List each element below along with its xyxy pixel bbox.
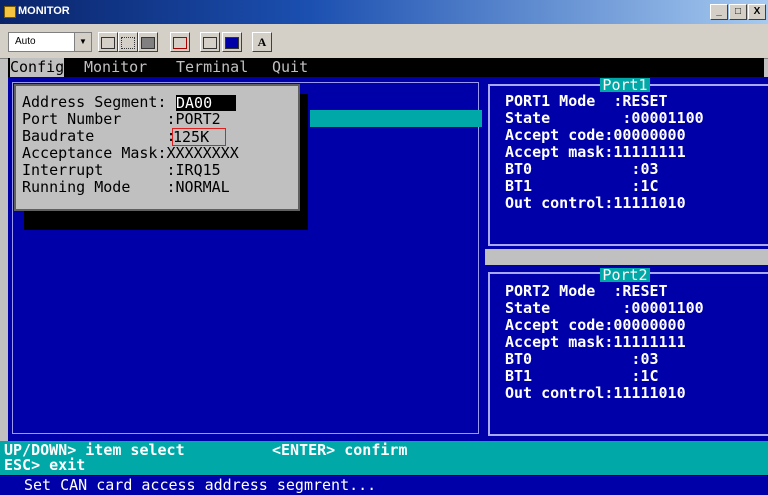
port1-info: PORT1 Mode :RESET State :00001100 Accept… — [505, 92, 704, 212]
key-help-esc: ESC> exit — [4, 456, 86, 474]
menu-terminal[interactable]: Terminal — [176, 58, 248, 77]
address-segment-field[interactable]: DA00 — [176, 95, 236, 111]
toolbar: Auto ▼ A — [0, 24, 768, 59]
minimize-button[interactable]: _ — [710, 4, 728, 20]
menu-bar: Config Monitor Terminal Quit — [8, 58, 764, 77]
key-help-left: UP/DOWN> item select ESC> exit — [4, 443, 185, 473]
menu-monitor[interactable]: Monitor — [84, 58, 147, 77]
highlight-bar — [310, 110, 482, 127]
status-line: Set CAN card access address segmrent... — [0, 475, 768, 495]
properties-icon[interactable] — [200, 32, 220, 52]
select-icon[interactable] — [118, 32, 138, 52]
status-help-text: Set CAN card access address segmrent... — [24, 476, 377, 494]
key-help-confirm: <ENTER> confirm — [272, 441, 408, 459]
title-bar: MONITOR _ □ X — [0, 0, 768, 24]
window-title: MONITOR — [18, 5, 70, 17]
key-help-bar: UP/DOWN> item select ESC> exit <ENTER> c… — [0, 441, 768, 475]
fullscreen-icon[interactable] — [170, 32, 190, 52]
paste-icon[interactable] — [138, 32, 158, 52]
port2-info: PORT2 Mode :RESET State :00001100 Accept… — [505, 282, 704, 402]
app-icon — [4, 6, 16, 18]
background-icon[interactable] — [222, 32, 242, 52]
font-size-value: Auto — [15, 36, 36, 47]
panel-divider — [485, 249, 768, 265]
close-button[interactable]: X — [748, 4, 766, 20]
chevron-down-icon[interactable]: ▼ — [74, 33, 91, 51]
font-button[interactable]: A — [252, 32, 272, 52]
maximize-button[interactable]: □ — [729, 4, 747, 20]
port2-title: Port2 — [600, 268, 650, 283]
port1-title: Port1 — [600, 78, 650, 93]
menu-quit[interactable]: Quit — [272, 58, 308, 77]
baudrate-field[interactable]: 125K — [172, 128, 226, 146]
menu-config[interactable]: Config — [10, 58, 65, 77]
font-size-select[interactable]: Auto ▼ — [8, 32, 92, 52]
copy-icon[interactable] — [98, 32, 118, 52]
